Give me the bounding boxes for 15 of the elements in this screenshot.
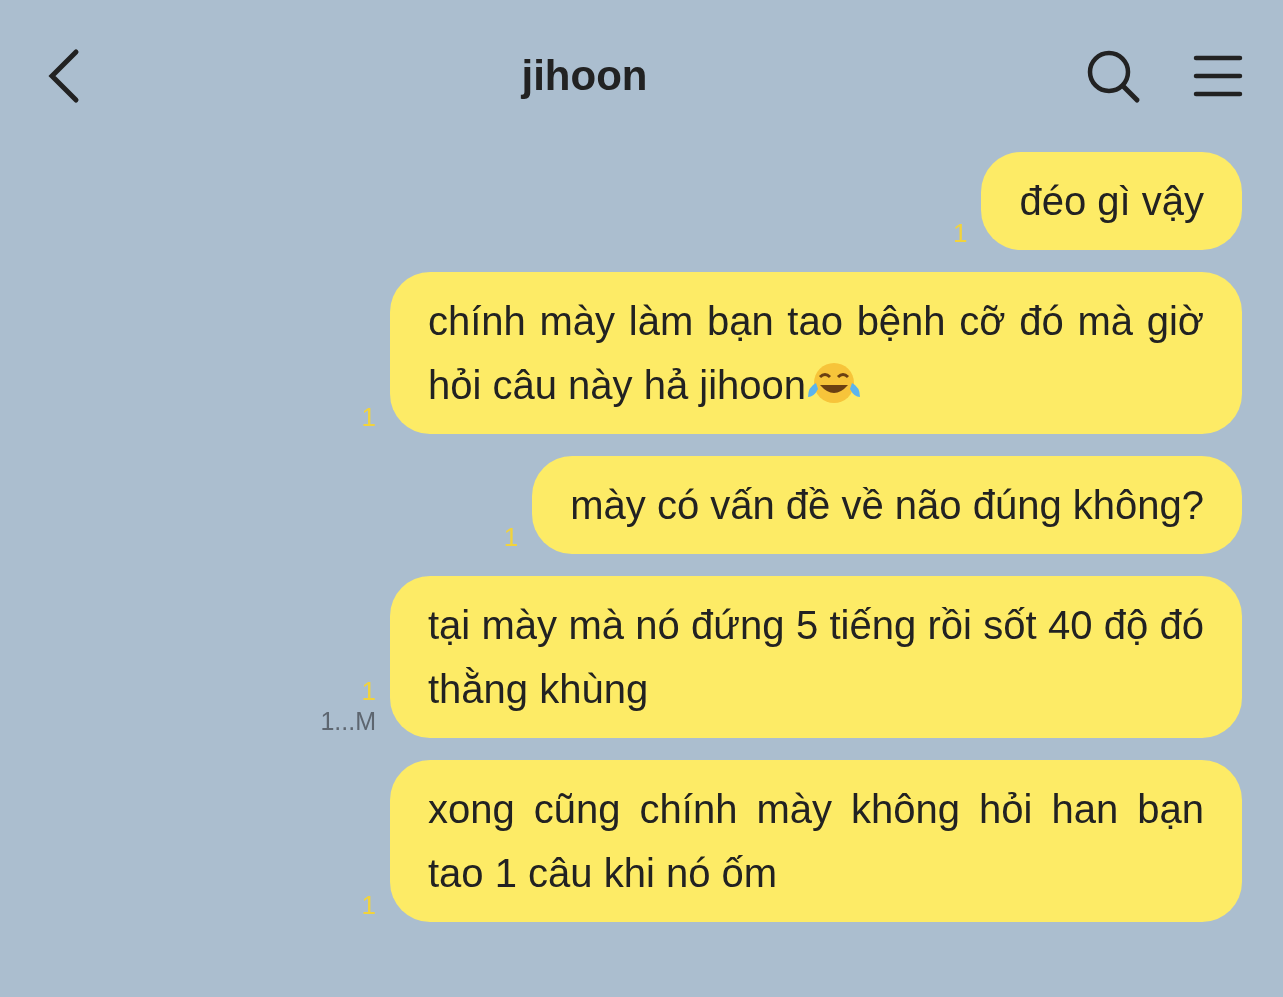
message-bubble: tại mày mà nó đứng 5 tiếng rồi sốt 40 độ đó thằng khùng [390, 576, 1242, 738]
search-button[interactable] [1085, 48, 1141, 104]
message-bubble: mày có vấn đề về não đúng không? [532, 456, 1242, 554]
message-bubble: đéo gì vậy [981, 152, 1242, 250]
unread-count: 1 [361, 676, 376, 706]
message-time: 1...M [320, 706, 376, 736]
laughing-emoji-icon [806, 361, 863, 405]
unread-count: 1 [503, 522, 519, 552]
menu-button[interactable] [1193, 54, 1243, 98]
message-bubble: chính mày làm bạn tao bệnh cỡ đó mà giờ hỏi câu này hả jihoon [390, 272, 1242, 434]
message-bubble: xong cũng chính mày không hỏi han bạn tao 1 câu khi nó ốm [390, 760, 1242, 922]
chat-title: jihoon [521, 52, 648, 100]
unread-count: 1 [952, 218, 968, 248]
unread-count: 1 [361, 890, 376, 920]
unread-count: 1 [361, 402, 376, 432]
